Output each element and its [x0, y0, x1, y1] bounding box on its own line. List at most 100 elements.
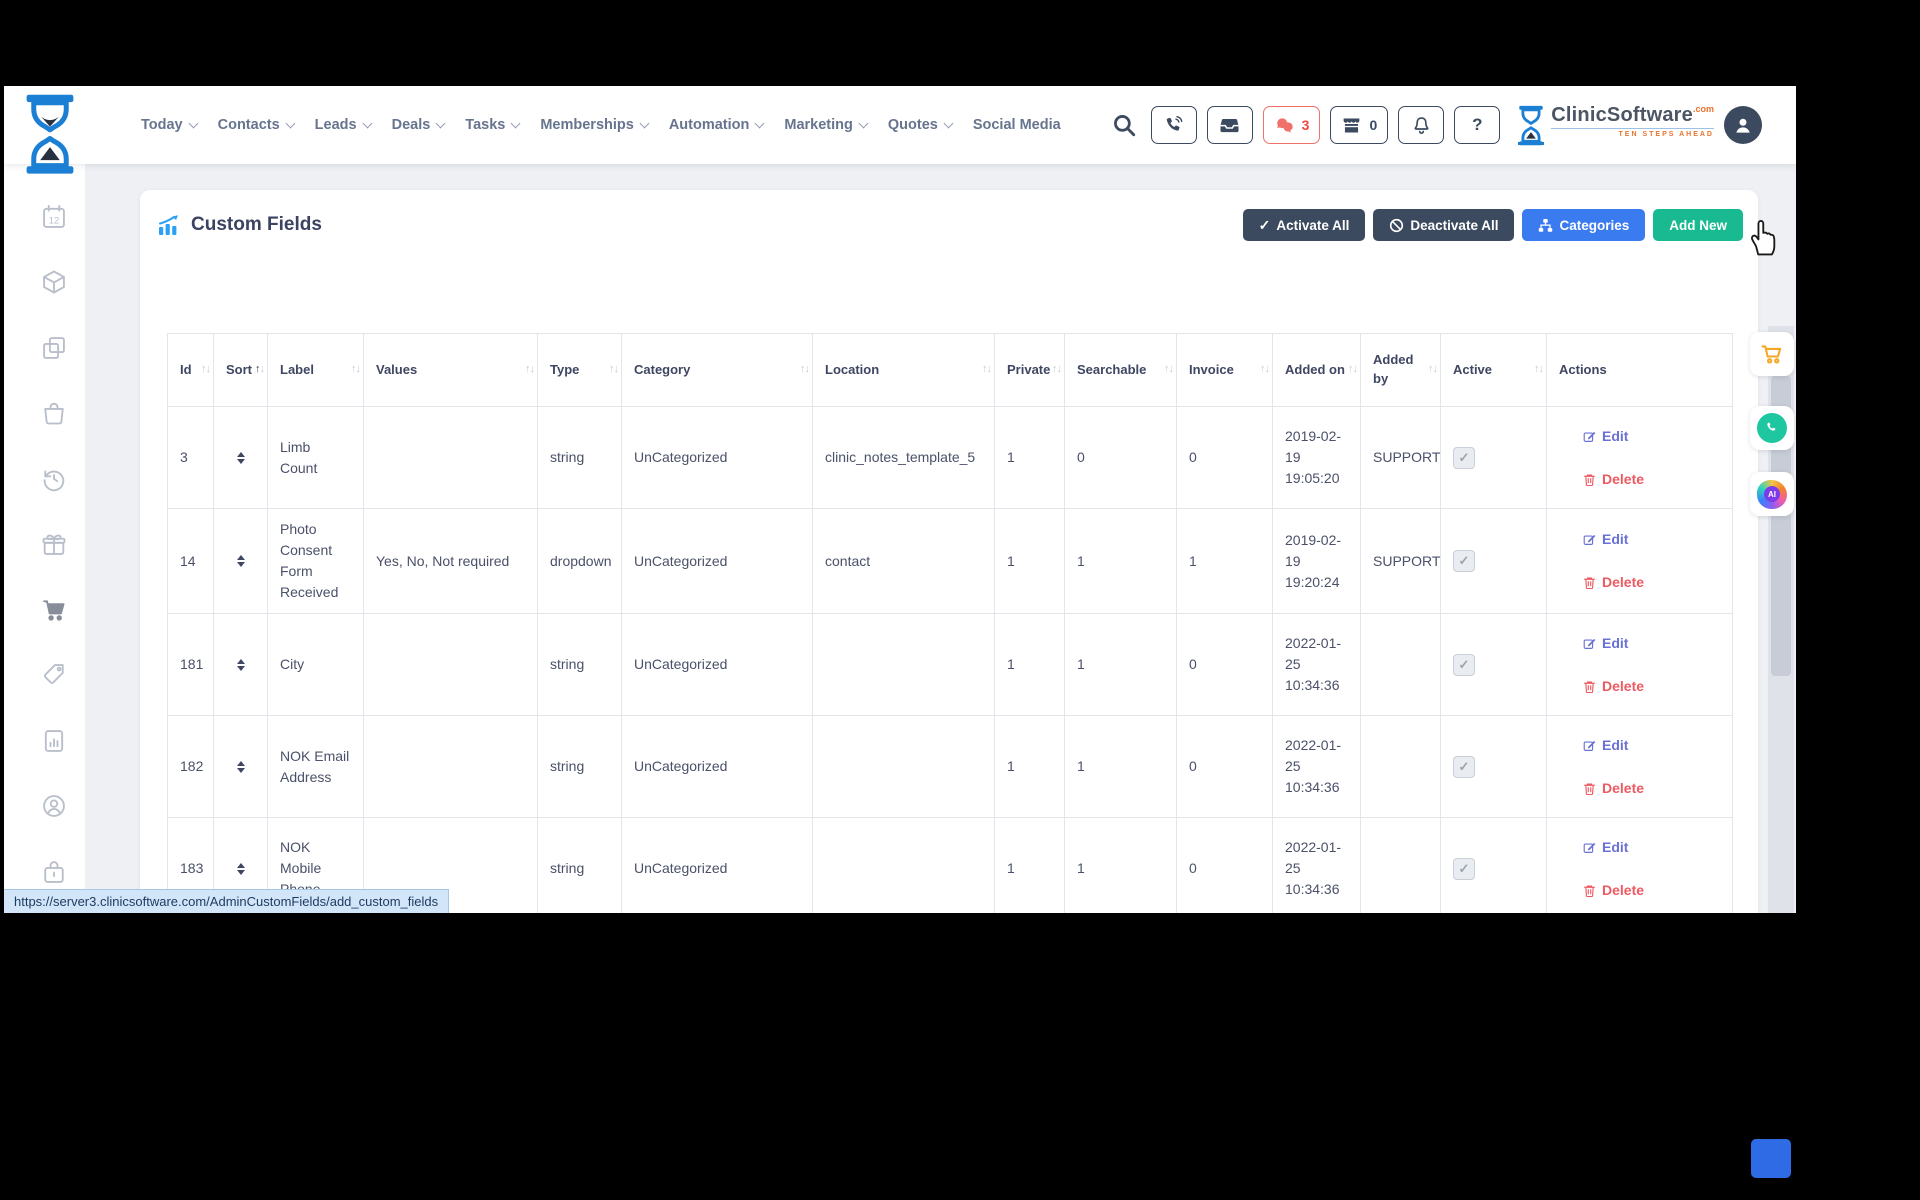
clinicsoftware-brand[interactable]: ClinicSoftware.com TEN STEPS AHEAD [1518, 105, 1714, 146]
sort-arrows-icon: ↑↓ [255, 363, 265, 376]
cell-added_on: 2022-01-25 10:34:36 [1272, 715, 1361, 818]
gift-icon[interactable] [40, 530, 68, 558]
add-new-button[interactable]: Add New [1653, 209, 1743, 241]
column-header-location[interactable]: Location ↑↓ [812, 333, 995, 407]
calendar-icon[interactable]: 12 [40, 203, 68, 231]
package-icon[interactable] [40, 268, 68, 296]
table-row: 181 City string UnCategorized 1 1 0 2022-01-25 … [167, 613, 1733, 716]
nav-item-leads[interactable]: Leads [315, 117, 373, 133]
nav-item-automation[interactable]: Automation [669, 117, 765, 133]
sort-arrows-icon: ↑↓ [525, 363, 535, 376]
cell-actions: Edit Delete [1546, 817, 1733, 913]
edit-link[interactable]: Edit [1583, 426, 1720, 447]
sort-arrows-icon: ↑↓ [1348, 363, 1358, 376]
delete-link[interactable]: Delete [1583, 572, 1720, 593]
nav-item-today[interactable]: Today [141, 117, 199, 133]
active-checkbox[interactable]: ✓ [1453, 446, 1475, 469]
ai-icon[interactable]: AI [1750, 472, 1794, 516]
report-icon[interactable] [40, 727, 68, 755]
column-header-added_on[interactable]: Added on ↑↓ [1272, 333, 1361, 407]
column-header-searchable[interactable]: Searchable ↑↓ [1064, 333, 1177, 407]
cell-added_on: 2019-02-19 19:05:20 [1272, 406, 1361, 509]
active-checkbox[interactable]: ✓ [1453, 653, 1475, 676]
cell-searchable: 1 [1064, 817, 1177, 913]
user-avatar[interactable] [1724, 106, 1762, 144]
inbox-button[interactable] [1206, 106, 1253, 144]
chat-count-badge: 3 [1301, 117, 1310, 133]
inbox-icon [1220, 118, 1239, 132]
row-sort-handle[interactable] [226, 862, 255, 875]
column-header-added_by[interactable]: Added by ↑↓ [1360, 333, 1441, 407]
deactivate-all-button[interactable]: Deactivate All [1373, 209, 1515, 241]
brand-tagline: TEN STEPS AHEAD [1551, 128, 1714, 138]
row-sort-handle[interactable] [226, 658, 255, 671]
phone-button[interactable] [1150, 106, 1197, 144]
question-mark-icon: ? [1472, 115, 1483, 134]
delete-link[interactable]: Delete [1583, 676, 1720, 697]
notifications-button[interactable] [1398, 106, 1445, 144]
trash-icon [1584, 680, 1595, 693]
basket-icon[interactable] [40, 399, 68, 427]
lock-icon[interactable] [40, 858, 68, 886]
delete-link[interactable]: Delete [1583, 778, 1720, 799]
help-button[interactable]: ? [1454, 106, 1501, 144]
support-icon[interactable] [40, 792, 68, 820]
sort-arrows-icon: ↑↓ [1164, 363, 1174, 376]
delete-link[interactable]: Delete [1583, 469, 1720, 490]
chart-icon [158, 215, 178, 235]
cell-location [812, 715, 995, 818]
categories-button[interactable]: Categories [1522, 209, 1646, 241]
history-icon[interactable] [40, 465, 68, 493]
chevron-down-icon [188, 118, 199, 128]
cell-added_by: SUPPORT [1360, 406, 1441, 509]
active-checkbox[interactable]: ✓ [1453, 857, 1475, 880]
table-body: 3 Limb Count string UnCategorized clinic_not… [167, 406, 1733, 913]
tags-icon[interactable] [40, 661, 68, 689]
hourglass-logo-icon[interactable] [24, 93, 76, 174]
check-icon: ✓ [1258, 216, 1271, 233]
nav-item-memberships[interactable]: Memberships [540, 117, 650, 133]
row-sort-handle[interactable] [226, 760, 255, 773]
edit-link[interactable]: Edit [1583, 633, 1720, 654]
cart-icon[interactable] [40, 596, 68, 624]
edit-link[interactable]: Edit [1583, 529, 1720, 550]
column-header-sort[interactable]: Sort ↑↓ [213, 333, 268, 407]
cart-orange-icon[interactable] [1750, 332, 1794, 376]
column-header-invoice[interactable]: Invoice ↑↓ [1176, 333, 1273, 407]
edit-link[interactable]: Edit [1583, 837, 1720, 858]
column-header-active[interactable]: Active ↑↓ [1440, 333, 1547, 407]
cell-active: ✓ [1440, 715, 1547, 818]
column-header-private[interactable]: Private ↑↓ [994, 333, 1065, 407]
active-checkbox[interactable]: ✓ [1453, 550, 1475, 572]
search-icon[interactable] [1111, 112, 1137, 138]
chevron-down-icon [510, 118, 521, 128]
nav-item-marketing[interactable]: Marketing [784, 117, 869, 133]
active-checkbox[interactable]: ✓ [1453, 755, 1475, 778]
nav-item-deals[interactable]: Deals [392, 117, 446, 133]
store-icon [1344, 118, 1360, 132]
row-sort-handle[interactable] [226, 555, 255, 567]
whatsapp-icon[interactable] [1750, 406, 1794, 450]
delete-link[interactable]: Delete [1583, 880, 1720, 901]
column-header-values[interactable]: Values ↑↓ [363, 333, 538, 407]
column-header-type[interactable]: Type ↑↓ [537, 333, 622, 407]
nav-item-quotes[interactable]: Quotes [888, 117, 954, 133]
row-sort-handle[interactable] [226, 451, 255, 464]
taskbar-blue-tile[interactable] [1751, 1139, 1791, 1178]
column-header-category[interactable]: Category ↑↓ [621, 333, 813, 407]
nav-item-tasks[interactable]: Tasks [465, 117, 521, 133]
column-header-id[interactable]: Id ↑↓ [167, 333, 214, 407]
chat-button[interactable]: 3 [1262, 106, 1321, 144]
nav-item-social-media[interactable]: Social Media [973, 117, 1061, 133]
edit-icon [1583, 842, 1596, 853]
edit-link[interactable]: Edit [1583, 735, 1720, 756]
store-button[interactable]: 0 [1330, 106, 1389, 144]
app-header: Today Contacts Leads Deals Tasks Memberships A… [4, 86, 1796, 174]
nav-item-contacts[interactable]: Contacts [218, 117, 296, 133]
column-header-label[interactable]: Label ↑↓ [267, 333, 364, 407]
cell-label: NOK Email Address [267, 715, 364, 818]
activate-all-button[interactable]: ✓ Activate All [1242, 209, 1366, 241]
trash-icon [1584, 473, 1595, 486]
copy-icon[interactable] [40, 334, 68, 362]
custom-fields-table: Id ↑↓ Sort ↑↓ Label ↑↓ Values ↑↓ Type ↑↓ Category ↑… [167, 333, 1733, 913]
